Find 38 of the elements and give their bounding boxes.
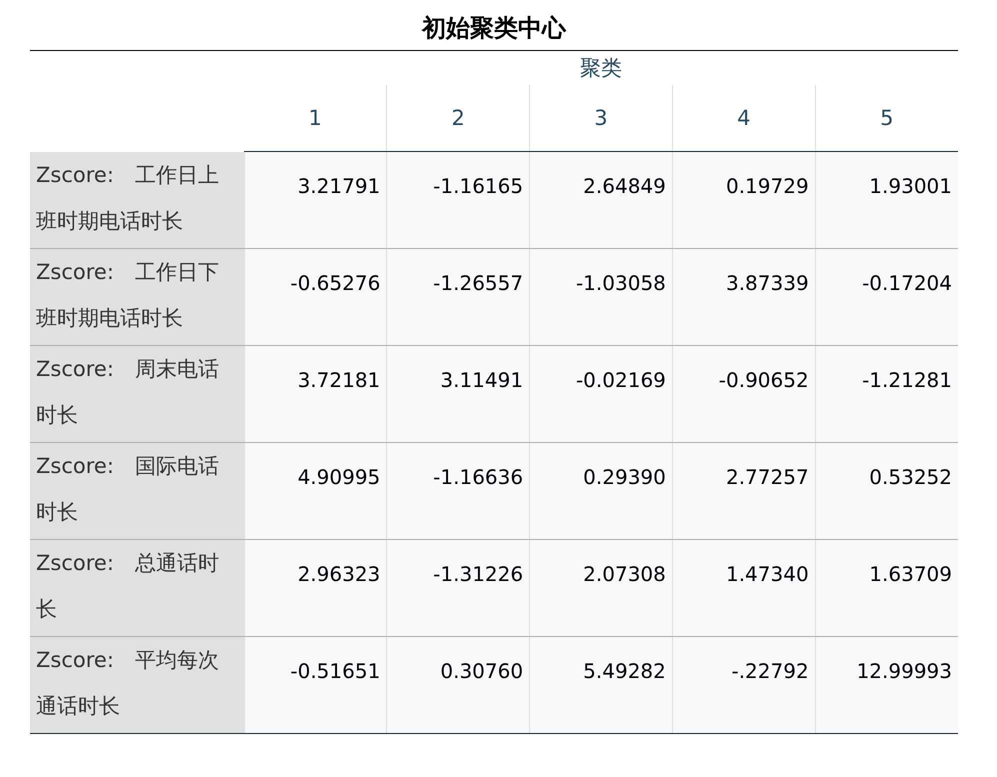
table-cell: 1.47340 — [672, 539, 816, 636]
table-cell: 3.72181 — [244, 345, 387, 442]
table-cell: 4.90995 — [244, 442, 387, 539]
table-cell: 0.19729 — [672, 152, 816, 248]
table-cell: -0.90652 — [672, 345, 816, 442]
table-cell: 5.49282 — [530, 636, 672, 733]
table-cell: -1.16636 — [386, 442, 530, 539]
table-cell: 0.29390 — [530, 442, 672, 539]
table-cell: -0.51651 — [244, 636, 387, 733]
table-cell: 2.07308 — [530, 539, 672, 636]
table-title: 初始聚类中心 — [30, 10, 958, 51]
table-cell: 1.63709 — [815, 539, 958, 636]
table-cell: 0.53252 — [815, 442, 958, 539]
table-cell: 12.99993 — [815, 636, 958, 733]
table-cell: -0.02169 — [530, 345, 672, 442]
table-cell: -1.31226 — [386, 539, 530, 636]
row-header: Zscore: 总通话时长 — [30, 539, 244, 636]
row-header: Zscore: 平均每次通话时长 — [30, 636, 244, 733]
table-cell: 3.21791 — [244, 152, 387, 248]
row-header: Zscore: 周末电话时长 — [30, 345, 244, 442]
table-cell: 2.77257 — [672, 442, 816, 539]
table-cell: 0.30760 — [386, 636, 530, 733]
row-header: Zscore: 国际电话时长 — [30, 442, 244, 539]
column-group-header: 聚类 — [580, 56, 622, 80]
row-header: Zscore: 工作日上班时期电话时长 — [30, 152, 244, 248]
table-cell: -0.17204 — [815, 248, 958, 345]
table-cell: -.22792 — [672, 636, 816, 733]
table-cell: 1.93001 — [815, 152, 958, 248]
table-cell: 2.64849 — [530, 152, 672, 248]
table-cell: 3.87339 — [672, 248, 816, 345]
table-cell: -1.21281 — [815, 345, 958, 442]
row-header: Zscore: 工作日下班时期电话时长 — [30, 248, 244, 345]
table-cell: -1.03058 — [530, 248, 672, 345]
table-cell: 3.11491 — [386, 345, 530, 442]
table-cell: -1.26557 — [386, 248, 530, 345]
table-cell: 2.96323 — [244, 539, 387, 636]
table-cell: -0.65276 — [244, 248, 387, 345]
table-cell: -1.16165 — [386, 152, 530, 248]
